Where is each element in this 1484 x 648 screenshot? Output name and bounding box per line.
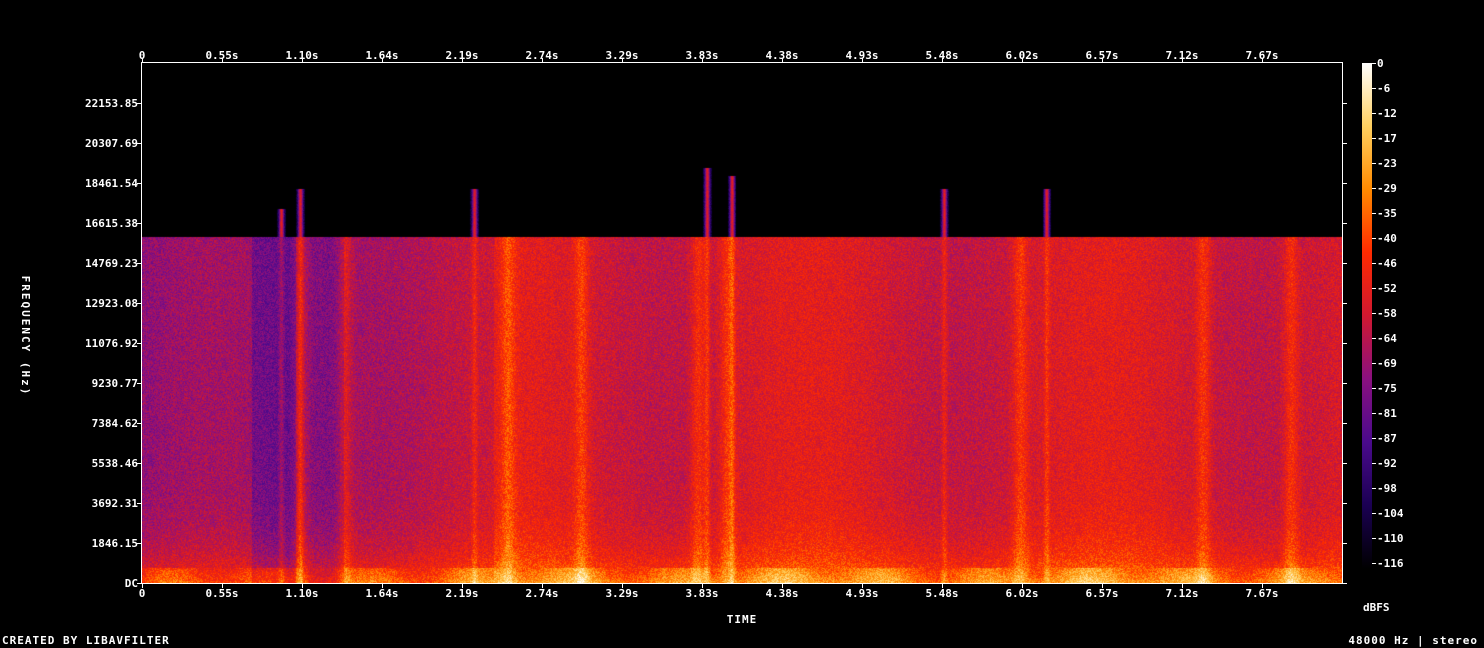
- spectrogram-chart: 0 0.55s 1.10s 1.64s 2.19s 2.74s 3.29s 3.83s 4.38…: [0, 0, 1484, 648]
- y-tick-label: 1846.15: [92, 537, 138, 550]
- colorbar-unit-label: dBFS: [1363, 601, 1390, 614]
- colorbar-tick-label: -64: [1377, 332, 1397, 345]
- x-tick-label-bottom: 3.29s: [605, 587, 638, 600]
- colorbar-tick-label: -75: [1377, 382, 1397, 395]
- x-tick-label-bottom: 4.93s: [845, 587, 878, 600]
- colorbar-tick-label: -40: [1377, 232, 1397, 245]
- colorbar-tick-label: -81: [1377, 407, 1397, 420]
- colorbar-tick-label: -29: [1377, 182, 1397, 195]
- y-axis-label: FREQUENCY (Hz): [19, 276, 32, 397]
- y-tick-label: 16615.38: [85, 217, 138, 230]
- y-tick-label: 9230.77: [92, 377, 138, 390]
- y-tick-label: 18461.54: [85, 177, 138, 190]
- x-tick-label-top: 2.74s: [525, 49, 558, 62]
- colorbar-tick-label: -6: [1377, 82, 1391, 95]
- x-tick-label-top: 6.57s: [1085, 49, 1118, 62]
- y-tick-label: 5538.46: [92, 457, 139, 470]
- colorbar-tick-label: -52: [1377, 282, 1397, 295]
- colorbar-tick-label: -35: [1377, 207, 1397, 220]
- x-tick-label-bottom: 7.67s: [1245, 587, 1278, 600]
- y-tick-label: 3692.31: [92, 497, 139, 510]
- colorbar-tick-label: -110: [1377, 532, 1404, 545]
- colorbar-tick-label: -116: [1377, 557, 1404, 570]
- colorbar-tick-label: -23: [1377, 157, 1397, 170]
- x-tick-label-bottom: 1.10s: [285, 587, 318, 600]
- colorbar: [1362, 63, 1372, 569]
- colorbar-tick-label: -98: [1377, 482, 1397, 495]
- x-tick-label-top: 4.93s: [845, 49, 878, 62]
- x-tick-label-bottom: 6.02s: [1005, 587, 1038, 600]
- x-tick-label-top: 5.48s: [925, 49, 958, 62]
- spectrogram-plot: [141, 62, 1343, 584]
- spectrogram-image: [142, 63, 1342, 583]
- x-tick-label-bottom: 1.64s: [365, 587, 398, 600]
- colorbar-tick-label: -12: [1377, 107, 1397, 120]
- x-tick-label-bottom: 3.83s: [685, 587, 718, 600]
- x-tick-label-bottom: 0.55s: [205, 587, 238, 600]
- colorbar-tick-label: -92: [1377, 457, 1397, 470]
- x-tick-label-top: 1.64s: [365, 49, 398, 62]
- x-tick-label-bottom: 6.57s: [1085, 587, 1118, 600]
- y-tick-label: 7384.62: [92, 417, 138, 430]
- y-tick-label: 11076.92: [85, 337, 138, 350]
- x-tick-label-top: 2.19s: [445, 49, 478, 62]
- x-tick-label-top: 4.38s: [765, 49, 798, 62]
- x-tick-label-top: 1.10s: [285, 49, 318, 62]
- x-tick-label-top: 0.55s: [205, 49, 238, 62]
- y-tick-label: 12923.08: [85, 297, 138, 310]
- x-tick-label-bottom: 5.48s: [925, 587, 958, 600]
- x-axis-top: 0 0.55s 1.10s 1.64s 2.19s 2.74s 3.29s 3.83s 4.38…: [139, 49, 1279, 63]
- y-tick-label: DC: [125, 577, 138, 590]
- footer-sample-info: 48000 Hz | stereo: [1348, 634, 1478, 647]
- x-tick-label-top: 3.29s: [605, 49, 638, 62]
- y-tick-label: 22153.85: [85, 97, 138, 110]
- colorbar-tick-label: -104: [1377, 507, 1404, 520]
- colorbar-tick-label: -69: [1377, 357, 1397, 370]
- x-tick-label-bottom: 7.12s: [1165, 587, 1198, 600]
- x-axis-label: TIME: [727, 613, 758, 626]
- colorbar-gradient: [1362, 63, 1372, 569]
- y-tick-label: 20307.69: [85, 137, 138, 150]
- x-tick-label-top: 7.12s: [1165, 49, 1198, 62]
- colorbar-tick-label: -87: [1377, 432, 1397, 445]
- x-tick-label-bottom: 0: [139, 587, 146, 600]
- x-tick-label-top: 0: [139, 49, 146, 62]
- y-tick-label: 14769.23: [85, 257, 138, 270]
- x-tick-label-bottom: 4.38s: [765, 587, 798, 600]
- colorbar-tick-label: 0: [1377, 57, 1384, 70]
- x-tick-label-bottom: 2.19s: [445, 587, 478, 600]
- colorbar-tick-label: -46: [1377, 257, 1397, 270]
- x-tick-label-top: 3.83s: [685, 49, 718, 62]
- footer-credit: CREATED BY LIBAVFILTER: [2, 634, 170, 647]
- colorbar-tick-label: -17: [1377, 132, 1397, 145]
- x-tick-label-top: 6.02s: [1005, 49, 1038, 62]
- x-tick-label-bottom: 2.74s: [525, 587, 558, 600]
- colorbar-tick-label: -58: [1377, 307, 1397, 320]
- x-tick-label-top: 7.67s: [1245, 49, 1278, 62]
